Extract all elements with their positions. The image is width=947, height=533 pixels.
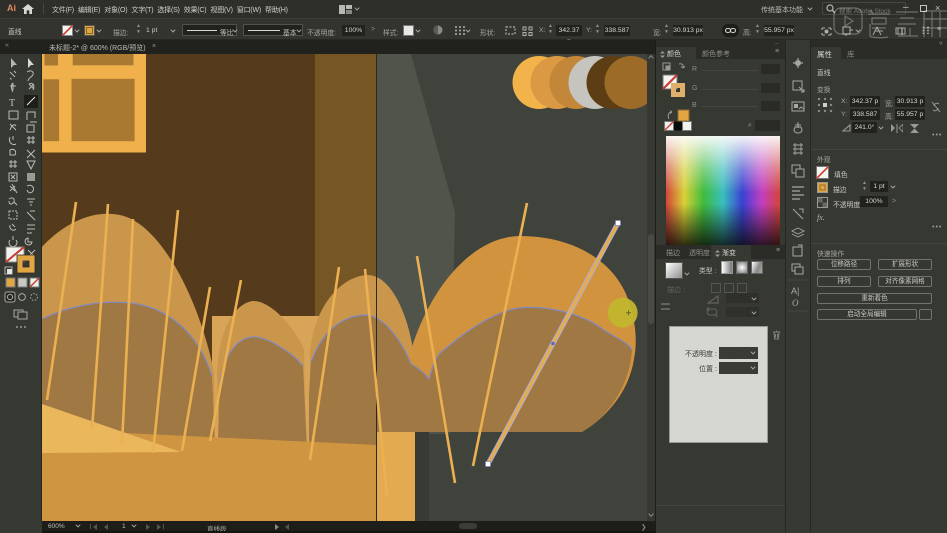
svg-text:O: O bbox=[792, 298, 799, 308]
svg-text:A|: A| bbox=[791, 286, 799, 296]
svg-text:T: T bbox=[9, 98, 15, 109]
